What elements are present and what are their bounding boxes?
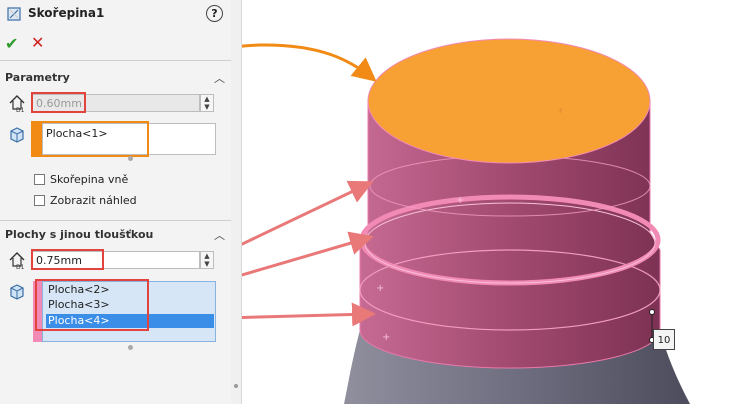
annotation-arrow-orange	[242, 43, 377, 82]
annotation-arrow-red	[242, 302, 376, 327]
multi-thickness-icon: D1	[9, 252, 25, 270]
svg-text:D1: D1	[16, 264, 25, 270]
svg-text:+: +	[382, 332, 390, 343]
thickness-icon: D1	[9, 95, 25, 113]
top-face	[367, 38, 651, 164]
shell-outward-label: Skořepina vně	[50, 173, 129, 186]
preview-checkbox[interactable]	[34, 195, 45, 206]
divider	[0, 220, 231, 221]
divider	[0, 60, 231, 61]
dimension-label[interactable]: 10	[653, 329, 675, 350]
shell-outward-checkbox[interactable]	[34, 174, 45, 185]
shell-feature-icon	[7, 7, 21, 21]
svg-text:D1: D1	[16, 107, 25, 113]
svg-text:+: +	[456, 195, 464, 206]
annotation-box-multi-faces	[35, 279, 149, 331]
face-selection-icon	[10, 127, 24, 143]
annotation-arrow-red	[242, 231, 374, 277]
annotation-box-face1	[31, 121, 149, 157]
resize-handle[interactable]	[128, 156, 133, 161]
svg-text:+: +	[557, 106, 564, 115]
section-title-parametry: Parametry	[5, 71, 70, 84]
panel-scrollbar[interactable]	[231, 0, 242, 404]
annotation-box-thickness	[31, 92, 86, 113]
cancel-button[interactable]: ✕	[31, 33, 44, 52]
section-title-multi-thickness: Plochy s jinou tloušťkou	[5, 228, 154, 241]
multi-thickness-spinner[interactable]: ▲ ▼	[200, 251, 214, 269]
help-icon[interactable]: ?	[206, 5, 223, 22]
annotation-box-multi-thickness	[31, 249, 104, 270]
panel-title: Skořepina1	[28, 6, 105, 20]
svg-text:+: +	[376, 283, 384, 294]
preview-label: Zobrazit náhled	[50, 194, 137, 207]
thickness-spinner[interactable]: ▲ ▼	[200, 94, 214, 112]
scroll-thumb[interactable]	[234, 384, 238, 388]
resize-handle[interactable]	[128, 345, 133, 350]
annotation-arrow-red	[242, 180, 374, 246]
multi-face-selection-icon	[10, 284, 24, 300]
property-manager-panel: Skořepina1 ? ✔ ✕ Parametry ︿ D1 0.60mm ▲…	[0, 0, 232, 404]
collapse-parametry-icon[interactable]: ︿	[214, 70, 225, 86]
collapse-multi-thickness-icon[interactable]: ︿	[214, 227, 225, 243]
ok-button[interactable]: ✔	[5, 34, 18, 53]
